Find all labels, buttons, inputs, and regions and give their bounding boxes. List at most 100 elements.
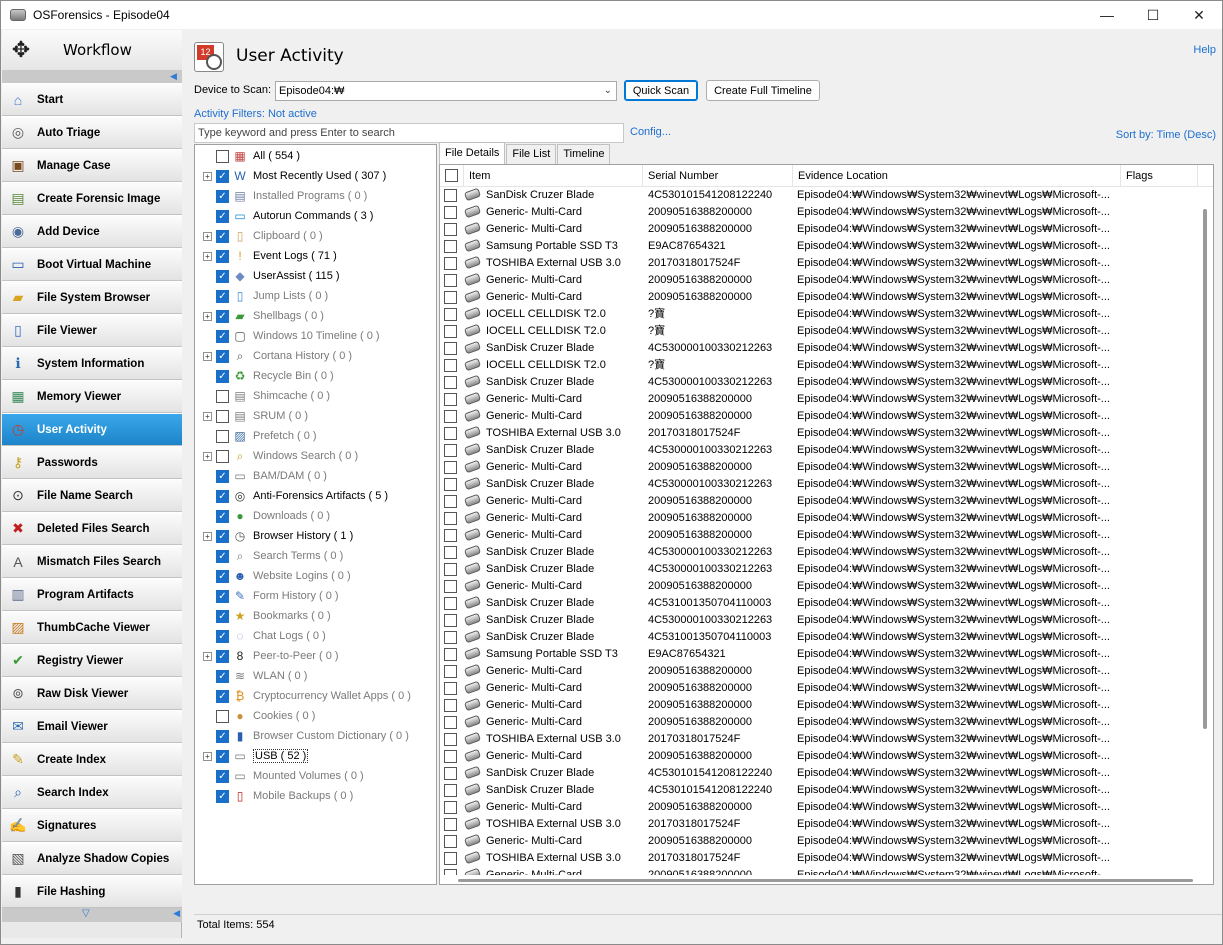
category-checkbox[interactable]: ✓ [216, 229, 229, 243]
table-row[interactable]: Samsung Portable SSD T3 E9AC87654321 Episo… [440, 238, 1198, 255]
table-row[interactable]: TOSHIBA External USB 3.0 20170318017524F E… [440, 731, 1198, 748]
row-checkbox[interactable] [444, 461, 457, 474]
row-checkbox[interactable] [444, 597, 457, 610]
create-full-timeline-button[interactable]: Create Full Timeline [706, 80, 820, 101]
row-checkbox[interactable] [444, 818, 457, 831]
column-flags[interactable]: Flags [1121, 165, 1198, 187]
row-checkbox[interactable] [444, 325, 457, 338]
tree-item-chat-logs[interactable]: ✓ ◌ Chat Logs ( 0 ) [195, 626, 435, 646]
row-checkbox[interactable] [444, 223, 457, 236]
help-link[interactable]: Help [1193, 44, 1216, 56]
table-row[interactable]: IOCELL CELLDISK T2.0 ?寶 Episode04:₩Windows… [440, 323, 1198, 340]
table-row[interactable]: Generic- Multi-Card 20090516388200000 Epis… [440, 680, 1198, 697]
expand-icon[interactable]: + [203, 411, 212, 421]
row-checkbox[interactable] [444, 631, 457, 644]
table-row[interactable]: IOCELL CELLDISK T2.0 ?寶 Episode04:₩Windows… [440, 357, 1198, 374]
column-serial-number[interactable]: Serial Number [643, 165, 793, 187]
sidebar-item-add-device[interactable]: ◉ Add Device [2, 215, 182, 248]
tree-item-browser-history[interactable]: + ✓ ◷ Browser History ( 1 ) [195, 526, 435, 546]
row-checkbox[interactable] [444, 274, 457, 287]
row-checkbox[interactable] [444, 393, 457, 406]
expand-icon[interactable]: + [203, 251, 212, 261]
category-checkbox[interactable]: ✓ [216, 549, 229, 563]
row-checkbox[interactable] [444, 648, 457, 661]
table-row[interactable]: TOSHIBA External USB 3.0 20170318017524F E… [440, 255, 1198, 272]
tree-item-event-logs[interactable]: + ✓! Event Logs ( 71 ) [195, 246, 435, 266]
sidebar-item-thumbcache-viewer[interactable]: ▨ ThumbCache Viewer [2, 611, 182, 644]
table-row[interactable]: Generic- Multi-Card 20090516388200000 Epis… [440, 221, 1198, 238]
tree-item-recycle-bin[interactable]: ✓ ♻ Recycle Bin ( 0 ) [195, 366, 435, 386]
sidebar-item-search-index[interactable]: ⌕ Search Index [2, 776, 182, 809]
table-row[interactable]: Generic- Multi-Card 20090516388200000 Epis… [440, 493, 1198, 510]
sidebar-item-program-artifacts[interactable]: ▥ Program Artifacts [2, 578, 182, 611]
category-checkbox[interactable]: ✓ [216, 749, 229, 763]
tree-item-peer-to-peer[interactable]: + ✓ 8 Peer-to-Peer ( 0 ) [195, 646, 435, 666]
expand-icon[interactable]: + [203, 311, 212, 321]
expand-icon[interactable]: + [203, 751, 212, 761]
expand-icon[interactable]: + [203, 351, 212, 361]
row-checkbox[interactable] [444, 495, 457, 508]
tree-item-bam-dam[interactable]: ✓ ▭ BAM/DAM ( 0 ) [195, 466, 435, 486]
sidebar-item-auto-triage[interactable]: ◎ Auto Triage [2, 116, 182, 149]
sidebar-item-file-system-browser[interactable]: ▰ File System Browser [2, 281, 182, 314]
row-checkbox[interactable] [444, 206, 457, 219]
tree-item-search-terms[interactable]: ✓ ⌕ Search Terms ( 0 ) [195, 546, 435, 566]
tab-file-list[interactable]: File List [506, 144, 557, 164]
tree-item-clipboard[interactable]: + ✓ ▯ Clipboard ( 0 ) [195, 226, 435, 246]
category-checkbox[interactable]: ✓ [216, 629, 229, 643]
expand-icon[interactable]: + [203, 171, 212, 181]
table-row[interactable]: Generic- Multi-Card 20090516388200000 Epis… [440, 391, 1198, 408]
category-checkbox[interactable]: ✓ [216, 209, 229, 223]
row-checkbox[interactable] [444, 767, 457, 780]
table-row[interactable]: SanDisk Cruzer Blade 4C530000100330212263… [440, 442, 1198, 459]
row-checkbox[interactable] [444, 580, 457, 593]
row-checkbox[interactable] [444, 529, 457, 542]
tab-timeline[interactable]: Timeline [557, 144, 611, 164]
collapse-left-icon[interactable]: ◀ [170, 70, 180, 83]
table-row[interactable]: SanDisk Cruzer Blade 4C530000100330212263… [440, 374, 1198, 391]
tree-item-cookies[interactable]: ● Cookies ( 0 ) [195, 706, 435, 726]
sidebar-item-email-viewer[interactable]: ✉ Email Viewer [2, 710, 182, 743]
tree-item-windows-search[interactable]: + ⌕ Windows Search ( 0 ) [195, 446, 435, 466]
tree-item-most-recently-used[interactable]: + ✓ W Most Recently Used ( 307 ) [195, 166, 435, 186]
category-checkbox[interactable] [216, 149, 229, 163]
tree-item-userassist[interactable]: ✓ ◆ UserAssist ( 115 ) [195, 266, 435, 286]
table-row[interactable]: SanDisk Cruzer Blade 4C530000100330212263… [440, 340, 1198, 357]
row-checkbox[interactable] [444, 835, 457, 848]
expand-icon[interactable]: + [203, 651, 212, 661]
tree-item-browser-custom-dictionary[interactable]: ✓ ▮ Browser Custom Dictionary ( 0 ) [195, 726, 435, 746]
table-row[interactable]: TOSHIBA External USB 3.0 20170318017524F E… [440, 850, 1198, 867]
tree-item-usb[interactable]: + ✓ ▭ USB ( 52 ) [195, 746, 435, 766]
row-checkbox[interactable] [444, 750, 457, 763]
tree-item-downloads[interactable]: ✓ ● Downloads ( 0 ) [195, 506, 435, 526]
table-row[interactable]: Generic- Multi-Card 20090516388200000 Epis… [440, 204, 1198, 221]
row-checkbox[interactable] [444, 716, 457, 729]
sidebar-item-create-forensic-image[interactable]: ▤ Create Forensic Image [2, 182, 182, 215]
category-checkbox[interactable]: ✓ [216, 289, 229, 303]
row-checkbox[interactable] [444, 801, 457, 814]
row-checkbox[interactable] [444, 291, 457, 304]
scroll-down-icon[interactable]: ▽ [82, 908, 90, 919]
sidebar-item-start[interactable]: ⌂ Start [2, 83, 182, 116]
table-row[interactable]: Generic- Multi-Card 20090516388200000 Epis… [440, 697, 1198, 714]
row-checkbox[interactable] [444, 240, 457, 253]
expand-icon[interactable]: + [203, 451, 212, 461]
category-checkbox[interactable]: ✓ [216, 309, 229, 323]
row-checkbox[interactable] [444, 563, 457, 576]
table-row[interactable]: SanDisk Cruzer Blade 4C530000100330212263… [440, 561, 1198, 578]
row-checkbox[interactable] [444, 376, 457, 389]
row-checkbox[interactable] [444, 784, 457, 797]
category-checkbox[interactable]: ✓ [216, 249, 229, 263]
table-row[interactable]: Generic- Multi-Card 20090516388200000 Epis… [440, 527, 1198, 544]
activity-filters-link[interactable]: Activity Filters: Not active [194, 108, 317, 120]
tree-item-anti-forensics-artifacts[interactable]: ✓ ◎ Anti-Forensics Artifacts ( 5 ) [195, 486, 435, 506]
tree-item-prefetch[interactable]: ▨ Prefetch ( 0 ) [195, 426, 435, 446]
horizontal-scrollbar[interactable] [440, 875, 1198, 884]
tree-item-bookmarks[interactable]: ✓ ★ Bookmarks ( 0 ) [195, 606, 435, 626]
config-link[interactable]: Config... [630, 126, 671, 138]
category-checkbox[interactable]: ✓ [216, 509, 229, 523]
category-checkbox[interactable] [216, 429, 229, 443]
horizontal-scroll-thumb[interactable] [458, 879, 1193, 882]
row-checkbox[interactable] [444, 852, 457, 865]
category-checkbox[interactable]: ✓ [216, 589, 229, 603]
